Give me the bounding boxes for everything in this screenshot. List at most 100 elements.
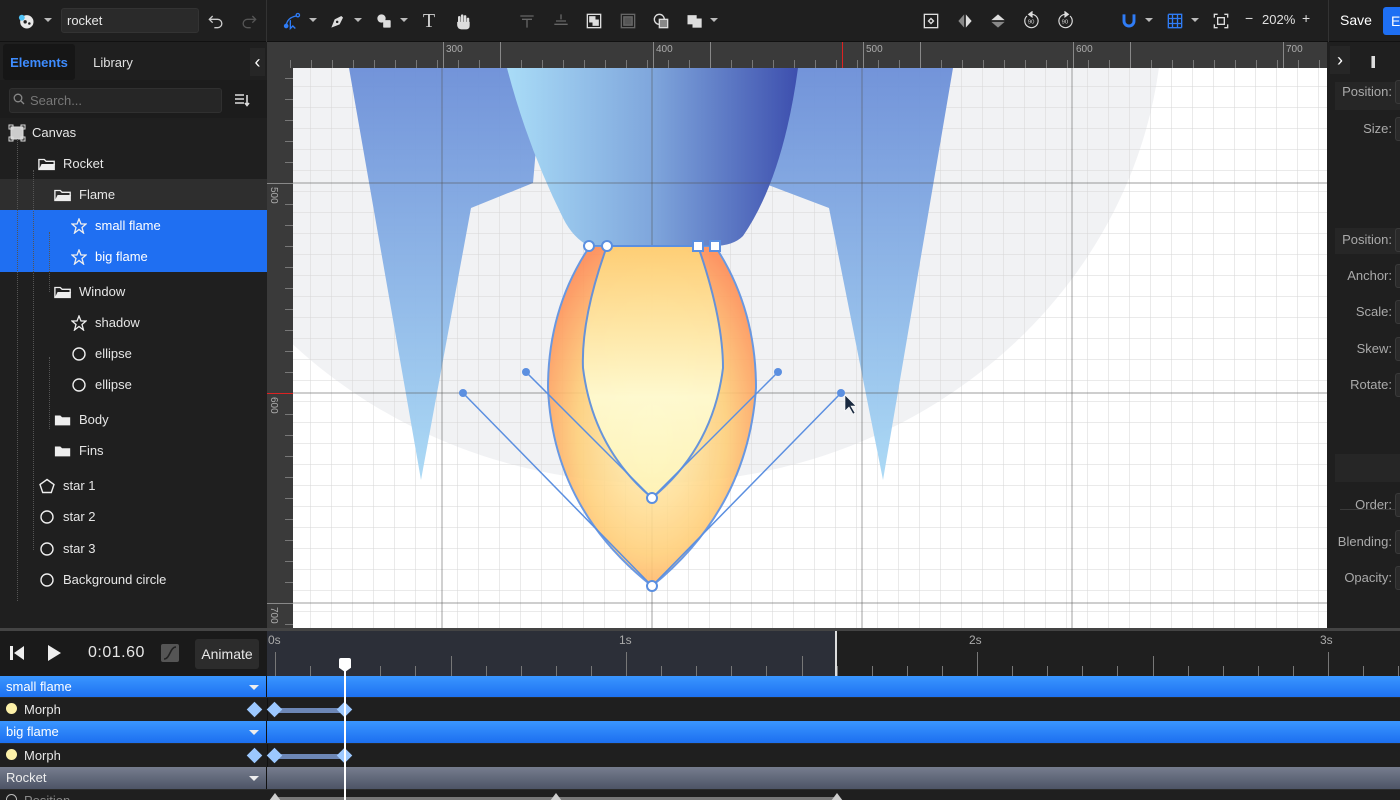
property-input[interactable]: [1395, 228, 1400, 252]
tab-library[interactable]: Library: [80, 44, 146, 80]
tree-item-rocket[interactable]: Rocket: [0, 148, 267, 179]
chevron-down-icon[interactable]: [249, 776, 259, 781]
property-input[interactable]: [1395, 530, 1400, 554]
lightbulb-icon[interactable]: [6, 703, 17, 714]
add-keyframe-icon[interactable]: [246, 701, 263, 718]
tree-item-shadow[interactable]: shadow: [0, 307, 267, 338]
search-input[interactable]: Search...: [9, 88, 222, 113]
anchor-point[interactable]: [583, 240, 595, 252]
align-middle-button[interactable]: [549, 9, 573, 33]
current-time[interactable]: 0:01.60: [88, 644, 145, 662]
property-input[interactable]: [1395, 264, 1400, 288]
property-input[interactable]: [1395, 300, 1400, 324]
property-row-morph[interactable]: Morph: [0, 743, 1400, 768]
tree-item-star-2[interactable]: star 2: [0, 501, 267, 532]
zoom-in-button[interactable]: +: [1302, 10, 1310, 26]
chevron-down-icon[interactable]: [1145, 18, 1153, 22]
collapse-right-button[interactable]: ›: [1330, 46, 1350, 74]
tree-item-ellipse[interactable]: ellipse: [0, 338, 267, 369]
tree-item-background-circle[interactable]: Background circle: [0, 564, 267, 595]
chevron-down-icon[interactable]: [400, 18, 408, 22]
tree-item-canvas[interactable]: Canvas: [0, 117, 267, 148]
track-header-rocket[interactable]: Rocket: [0, 767, 267, 789]
undo-button[interactable]: [204, 9, 228, 33]
chevron-down-icon[interactable]: [249, 730, 259, 735]
boolean-ops-button[interactable]: [683, 9, 707, 33]
text-tool-button[interactable]: T: [417, 9, 441, 33]
track-bar-big-flame[interactable]: [267, 721, 1400, 743]
hand-tool-button[interactable]: [451, 9, 475, 33]
add-keyframe-icon[interactable]: [246, 747, 263, 764]
tree-item-big-flame[interactable]: big flame: [0, 241, 267, 272]
property-input[interactable]: [1395, 337, 1400, 361]
keyframe[interactable]: [269, 793, 281, 800]
keyframe[interactable]: [266, 747, 283, 764]
chevron-down-icon[interactable]: [710, 18, 718, 22]
anchor-point-corner[interactable]: [692, 240, 704, 252]
group-button[interactable]: [582, 9, 606, 33]
redo-button[interactable]: [237, 9, 261, 33]
rotate-left-90-button[interactable]: 90: [1020, 9, 1044, 33]
lightbulb-icon[interactable]: [6, 749, 17, 760]
app-menu-button[interactable]: [14, 9, 38, 33]
handle-point[interactable]: [522, 368, 530, 376]
grid-button[interactable]: [1163, 9, 1187, 33]
mask-button[interactable]: [649, 9, 673, 33]
pen-tool-button[interactable]: [326, 9, 350, 33]
save-button[interactable]: Save: [1340, 12, 1372, 28]
tree-item-star-3[interactable]: star 3: [0, 533, 267, 564]
snapping-button[interactable]: [1117, 9, 1141, 33]
track-header-small-flame[interactable]: small flame: [0, 676, 267, 698]
chevron-down-icon[interactable]: [249, 685, 259, 690]
tree-item-small-flame[interactable]: small flame: [0, 210, 267, 241]
property-input[interactable]: [1395, 117, 1400, 141]
tree-item-body[interactable]: Body: [0, 404, 267, 435]
handle-point[interactable]: [774, 368, 782, 376]
chevron-down-icon[interactable]: [354, 18, 362, 22]
rotate-right-90-button[interactable]: 90: [1053, 9, 1077, 33]
chevron-down-icon[interactable]: [1191, 18, 1199, 22]
property-input[interactable]: [1395, 373, 1400, 397]
track-bar-small-flame[interactable]: [267, 676, 1400, 698]
flip-horizontal-button[interactable]: [953, 9, 977, 33]
keyframe[interactable]: [266, 701, 283, 718]
document-name-field[interactable]: rocket: [61, 8, 199, 33]
zoom-level[interactable]: 202%: [1262, 12, 1295, 27]
collapse-panel-button[interactable]: ‹: [250, 48, 265, 76]
track-bar-rocket[interactable]: [267, 767, 1400, 789]
handle-point[interactable]: [459, 389, 467, 397]
anchor-point[interactable]: [601, 240, 613, 252]
align-left-icon[interactable]: [1371, 56, 1375, 68]
keyframe-span[interactable]: [276, 708, 344, 713]
playhead-line[interactable]: [344, 659, 346, 800]
tab-elements[interactable]: Elements: [3, 44, 75, 80]
handle-point[interactable]: [837, 389, 845, 397]
tree-item-star-1[interactable]: star 1: [0, 470, 267, 501]
property-input[interactable]: [1395, 566, 1400, 590]
track-header-big-flame[interactable]: big flame: [0, 721, 267, 743]
animate-button[interactable]: Animate: [195, 639, 259, 669]
timeline-ruler[interactable]: 0s 1s 2s 3s: [267, 631, 1400, 676]
chevron-down-icon[interactable]: [44, 18, 52, 22]
shape-tool-button[interactable]: [372, 9, 396, 33]
tree-item-window[interactable]: Window: [0, 276, 267, 307]
align-top-button[interactable]: [515, 9, 539, 33]
ungroup-button[interactable]: [616, 9, 640, 33]
property-input[interactable]: [1395, 80, 1400, 104]
tree-item-fins[interactable]: Fins: [0, 435, 267, 466]
anchor-point[interactable]: [646, 492, 658, 504]
chevron-down-icon[interactable]: [309, 18, 317, 22]
keyframe-span[interactable]: [276, 754, 344, 759]
fit-canvas-button[interactable]: [1209, 9, 1233, 33]
property-row-morph[interactable]: Morph: [0, 697, 1400, 722]
property-row-position[interactable]: Position: [0, 789, 1400, 800]
flip-vertical-button[interactable]: [986, 9, 1010, 33]
canvas-viewport[interactable]: [293, 68, 1327, 630]
easing-button[interactable]: [161, 644, 179, 662]
fit-selection-button[interactable]: [919, 9, 943, 33]
keyframe[interactable]: [831, 793, 843, 800]
vertical-ruler[interactable]: 500 600 700: [267, 68, 293, 630]
horizontal-ruler[interactable]: 300 400 500 600 700: [267, 42, 1327, 68]
export-button[interactable]: E: [1383, 7, 1400, 35]
tree-item-flame[interactable]: Flame: [0, 179, 267, 210]
